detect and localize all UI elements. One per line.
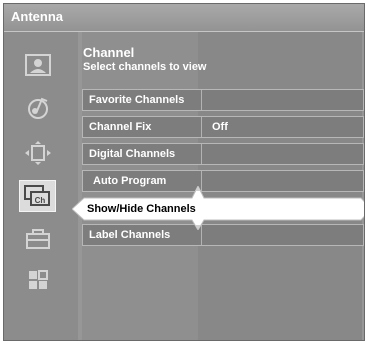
sound-icon[interactable] [23, 94, 53, 120]
screen-icon[interactable] [23, 140, 53, 166]
menu-item-channel-fix[interactable]: Channel Fix Off [82, 116, 364, 138]
setup-icon[interactable] [23, 226, 53, 252]
menu-item-digital-channels[interactable]: Digital Channels [82, 143, 364, 165]
menu-item-label: Digital Channels [89, 148, 176, 160]
menu-item-label: Channel Fix [89, 121, 152, 133]
tv-menu-screen: Antenna Ch Channel Select channels to vi… [3, 3, 365, 341]
title-bar: Antenna [4, 4, 364, 32]
category-sidebar: Ch [4, 32, 78, 340]
row-divider [201, 90, 202, 110]
menu-item-show-hide-channels[interactable]: Show/Hide Channels [87, 203, 196, 215]
menu-subtitle: Select channels to view [83, 61, 207, 73]
window-title: Antenna [11, 9, 63, 24]
menu-item-favorite-channels[interactable]: Favorite Channels [82, 89, 364, 111]
menu-item-value: Off [212, 121, 228, 133]
features-icon[interactable] [23, 268, 53, 294]
row-divider [201, 144, 202, 164]
menu-title: Channel [83, 45, 135, 60]
picture-icon[interactable] [23, 52, 53, 78]
menu-header: Channel Select channels to view [83, 46, 207, 74]
row-divider [201, 117, 202, 137]
menu-item-label: Favorite Channels [89, 94, 185, 106]
channel-icon: Ch [24, 185, 50, 206]
menu-item-label: Label Channels [89, 229, 171, 241]
channel-category-selected[interactable]: Ch [19, 180, 56, 212]
channel-icon-text: Ch [35, 196, 46, 205]
